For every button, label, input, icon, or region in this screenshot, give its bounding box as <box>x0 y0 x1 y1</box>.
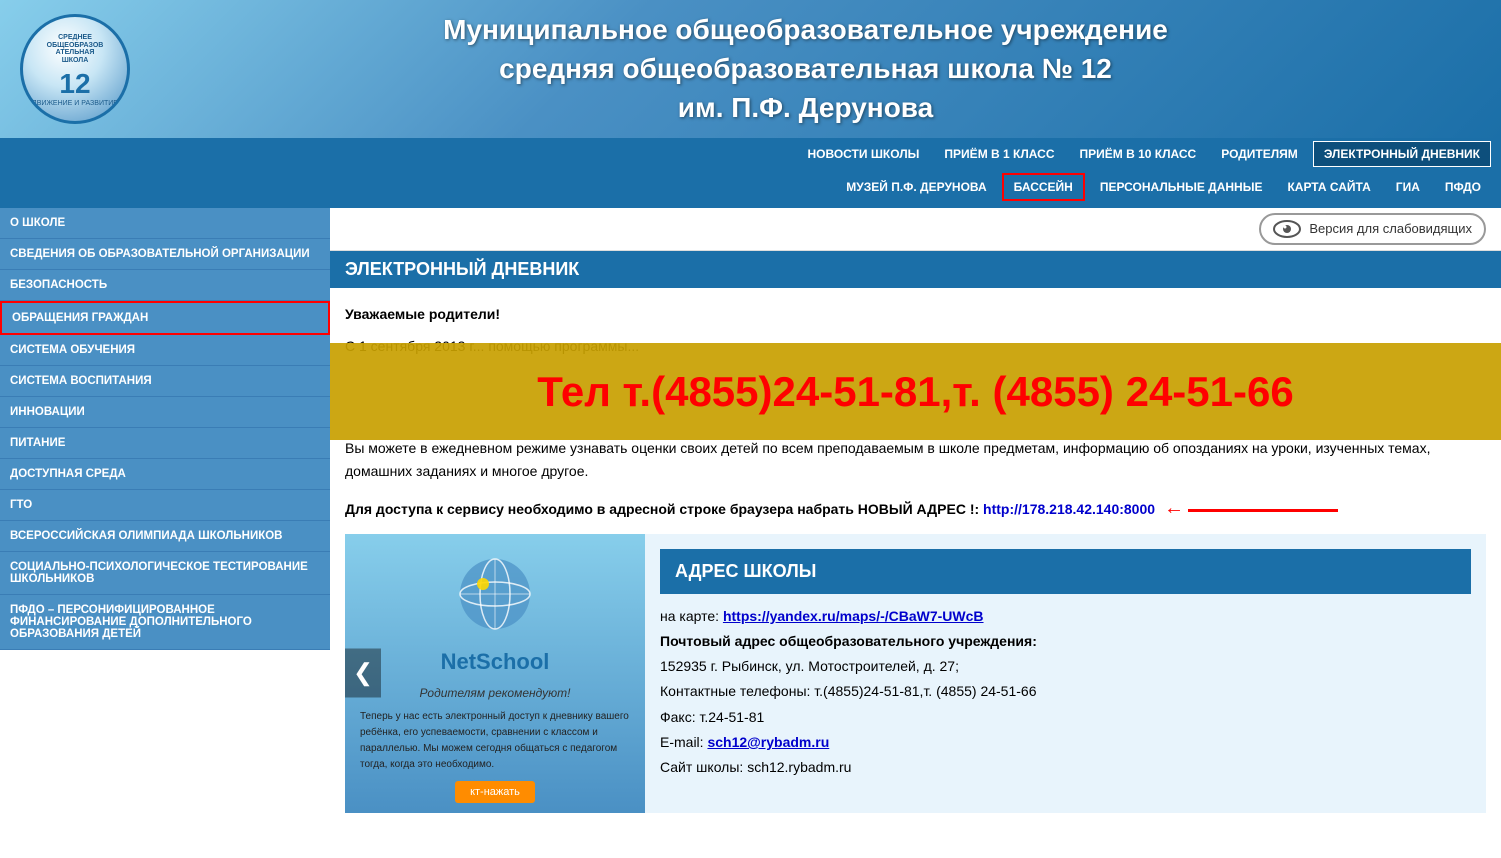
sidebar-item-bezopasnost[interactable]: БЕЗОПАСНОСТЬ <box>0 270 330 301</box>
logo-top-text: СРЕДНЕЕОБЩЕОБРАЗОВАТЕЛЬНАЯШКОЛА <box>44 31 107 68</box>
title-line2: средняя общеобразовательная школа № 12 <box>130 49 1481 88</box>
address-site: Сайт школы: sch12.rybadm.ru <box>660 755 1471 780</box>
logo-number: 12 <box>59 68 90 100</box>
sidebar-item-o-shkole[interactable]: О ШКОЛЕ <box>0 208 330 239</box>
sidebar: О ШКОЛЕ СВЕДЕНИЯ ОБ ОБРАЗОВАТЕЛЬНОЙ ОРГА… <box>0 208 330 828</box>
title-line1: Муниципальное общеобразовательное учрежд… <box>130 10 1481 49</box>
sidebar-item-gto[interactable]: ГТО <box>0 490 330 521</box>
address-title: АДРЕС ШКОЛЫ <box>660 549 1471 594</box>
nav-gia[interactable]: ГИА <box>1386 175 1430 199</box>
address-box: АДРЕС ШКОЛЫ на карте: https://yandex.ru/… <box>645 534 1486 812</box>
sidebar-item-innovatsii[interactable]: ИННОВАЦИИ <box>0 397 330 428</box>
nav-muzey[interactable]: МУЗЕЙ П.Ф. ДЕРУНОВА <box>836 175 996 199</box>
netschool-subtitle: Родителям рекомендуют! <box>420 684 571 703</box>
address-map: на карте: https://yandex.ru/maps/-/CBaW7… <box>660 604 1471 629</box>
nav-bottom-row: МУЗЕЙ П.Ф. ДЕРУНОВА БАССЕЙН ПЕРСОНАЛЬНЫЕ… <box>330 170 1501 204</box>
site-title: Муниципальное общеобразовательное учрежд… <box>130 10 1481 128</box>
sidebar-item-dostupnaya-sreda[interactable]: ДОСТУПНАЯ СРЕДА <box>0 459 330 490</box>
sidebar-item-sistema-obucheniya[interactable]: СИСТЕМА ОБУЧЕНИЯ <box>0 335 330 366</box>
accessibility-bar: Версия для слабовидящих <box>330 208 1501 251</box>
accessibility-label: Версия для слабовидящих <box>1309 221 1472 236</box>
section-title: ЭЛЕКТРОННЫЙ ДНЕВНИК <box>330 251 1501 288</box>
para4: Для доступа к сервису необходимо в адрес… <box>345 492 1486 524</box>
address-email-link[interactable]: sch12@rybadm.ru <box>707 734 829 750</box>
nav-novosti[interactable]: НОВОСТИ ШКОЛЫ <box>797 142 929 166</box>
nav-basseyn[interactable]: БАССЕЙН <box>1002 173 1085 201</box>
address-email: E-mail: sch12@rybadm.ru <box>660 730 1471 755</box>
site-header: СРЕДНЕЕОБЩЕОБРАЗОВАТЕЛЬНАЯШКОЛА 12 ДВИЖЕ… <box>0 0 1501 138</box>
netschool-image: ❮ NetSchool Родителям рекомендуют! Тепер… <box>345 534 645 812</box>
nav-karta[interactable]: КАРТА САЙТА <box>1277 175 1380 199</box>
address-fax: Факс: т.24-51-81 <box>660 705 1471 730</box>
address-content: на карте: https://yandex.ru/maps/-/CBaW7… <box>660 604 1471 780</box>
netschool-content: Теперь у нас есть электронный доступ к д… <box>355 709 635 773</box>
school-logo: СРЕДНЕЕОБЩЕОБРАЗОВАТЕЛЬНАЯШКОЛА 12 ДВИЖЕ… <box>20 14 130 124</box>
netschool-globe-icon <box>455 554 535 634</box>
netschool-logo-text: NetSchool <box>441 644 550 679</box>
title-line3: им. П.Ф. Дерунова <box>130 88 1481 127</box>
nav-rows: НОВОСТИ ШКОЛЫ ПРИЁМ В 1 КЛАСС ПРИЁМ В 10… <box>330 138 1501 204</box>
nav-priem10[interactable]: ПРИЁМ В 10 КЛАСС <box>1069 142 1206 166</box>
carousel-prev-button[interactable]: ❮ <box>345 649 381 698</box>
main-content: Версия для слабовидящих ЭЛЕКТРОННЫЙ ДНЕВ… <box>330 208 1501 828</box>
arrow-left-icon: ← <box>1164 497 1184 519</box>
phone-overlay: Тел т.(4855)24-51-81,т. (4855) 24-51-66 <box>330 343 1501 440</box>
sidebar-item-psych-testing[interactable]: СОЦИАЛЬНО-ПСИХОЛОГИЧЕСКОЕ ТЕСТИРОВАНИЕ Ш… <box>0 552 330 595</box>
address-phones: Контактные телефоны: т.(4855)24-51-81,т.… <box>660 679 1471 704</box>
address-map-link[interactable]: https://yandex.ru/maps/-/CBaW7-UWcB <box>723 608 984 624</box>
address-postal: Почтовый адрес общеобразовательного учре… <box>660 629 1471 654</box>
netschool-button[interactable]: кт-нажать <box>455 781 535 803</box>
para3: Вы можете в ежедневном режиме узнавать о… <box>345 437 1486 482</box>
nav-dnevnik[interactable]: ЭЛЕКТРОННЫЙ ДНЕВНИК <box>1313 141 1491 167</box>
nav-personal[interactable]: ПЕРСОНАЛЬНЫЕ ДАННЫЕ <box>1090 175 1273 199</box>
content-body: Уважаемые родители! Тел т.(4855)24-51-81… <box>330 288 1501 828</box>
sidebar-item-pitanie[interactable]: ПИТАНИЕ <box>0 428 330 459</box>
sidebar-item-pfdo[interactable]: ПФДО – ПЕРСОНИФИЦИРОВАННОЕ ФИНАНСИРОВАНИ… <box>0 595 330 650</box>
para1: Уважаемые родители! <box>345 303 1486 325</box>
netschool-link[interactable]: http://178.218.42.140:8000 <box>983 501 1155 517</box>
logo-bottom-text: ДВИЖЕНИЕ И РАЗВИТИЕ <box>32 100 118 107</box>
sidebar-item-obrashcheniya[interactable]: ОБРАЩЕНИЯ ГРАЖДАН <box>0 301 330 335</box>
content-wrapper: О ШКОЛЕ СВЕДЕНИЯ ОБ ОБРАЗОВАТЕЛЬНОЙ ОРГА… <box>0 208 1501 828</box>
sidebar-item-olimpiada[interactable]: ВСЕРОССИЙСКАЯ ОЛИМПИАДА ШКОЛЬНИКОВ <box>0 521 330 552</box>
address-line: 152935 г. Рыбинск, ул. Мотостроителей, д… <box>660 654 1471 679</box>
nav-top-row: НОВОСТИ ШКОЛЫ ПРИЁМ В 1 КЛАСС ПРИЁМ В 10… <box>330 138 1501 170</box>
phone-text: Тел т.(4855)24-51-81,т. (4855) 24-51-66 <box>537 368 1293 415</box>
sidebar-item-svedeniya[interactable]: СВЕДЕНИЯ ОБ ОБРАЗОВАТЕЛЬНОЙ ОРГАНИЗАЦИИ <box>0 239 330 270</box>
sidebar-item-sistema-vospitaniya[interactable]: СИСТЕМА ВОСПИТАНИЯ <box>0 366 330 397</box>
nav-priem1[interactable]: ПРИЁМ В 1 КЛАСС <box>934 142 1064 166</box>
bottom-section: ❮ NetSchool Родителям рекомендуют! Тепер… <box>345 534 1486 812</box>
accessibility-button[interactable]: Версия для слабовидящих <box>1259 213 1486 245</box>
nav-pfdo[interactable]: ПФДО <box>1435 175 1491 199</box>
arrow-line <box>1188 509 1338 512</box>
eye-icon <box>1273 219 1301 239</box>
nav-roditelyam[interactable]: РОДИТЕЛЯМ <box>1211 142 1308 166</box>
navigation: Найти НОВОСТИ ШКОЛЫ ПРИЁМ В 1 КЛАСС ПРИЁ… <box>0 138 1501 208</box>
